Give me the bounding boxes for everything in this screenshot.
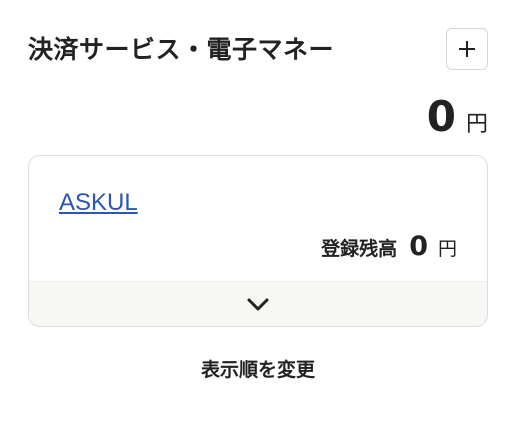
total-amount: 0 xyxy=(426,92,456,141)
total-balance: 0 円 xyxy=(427,92,488,142)
total-unit: 円 xyxy=(465,112,488,137)
plus-icon xyxy=(457,39,477,59)
service-link-askul[interactable]: ASKUL xyxy=(59,186,138,220)
add-service-button[interactable] xyxy=(446,28,488,70)
expand-card-button[interactable] xyxy=(29,281,487,326)
chevron-down-icon xyxy=(246,296,270,312)
balance-label: 登録残高 xyxy=(321,238,398,260)
reorder-link[interactable]: 表示順を変更 xyxy=(0,355,516,385)
balance-unit: 円 xyxy=(437,238,457,260)
service-card: ASKUL 登録残高 0 円 xyxy=(28,155,488,327)
service-balance: 登録残高 0 円 xyxy=(321,232,457,264)
balance-amount: 0 xyxy=(409,231,428,262)
section-header: 決済サービス・電子マネー xyxy=(28,28,488,72)
section-title: 決済サービス・電子マネー xyxy=(28,35,335,64)
